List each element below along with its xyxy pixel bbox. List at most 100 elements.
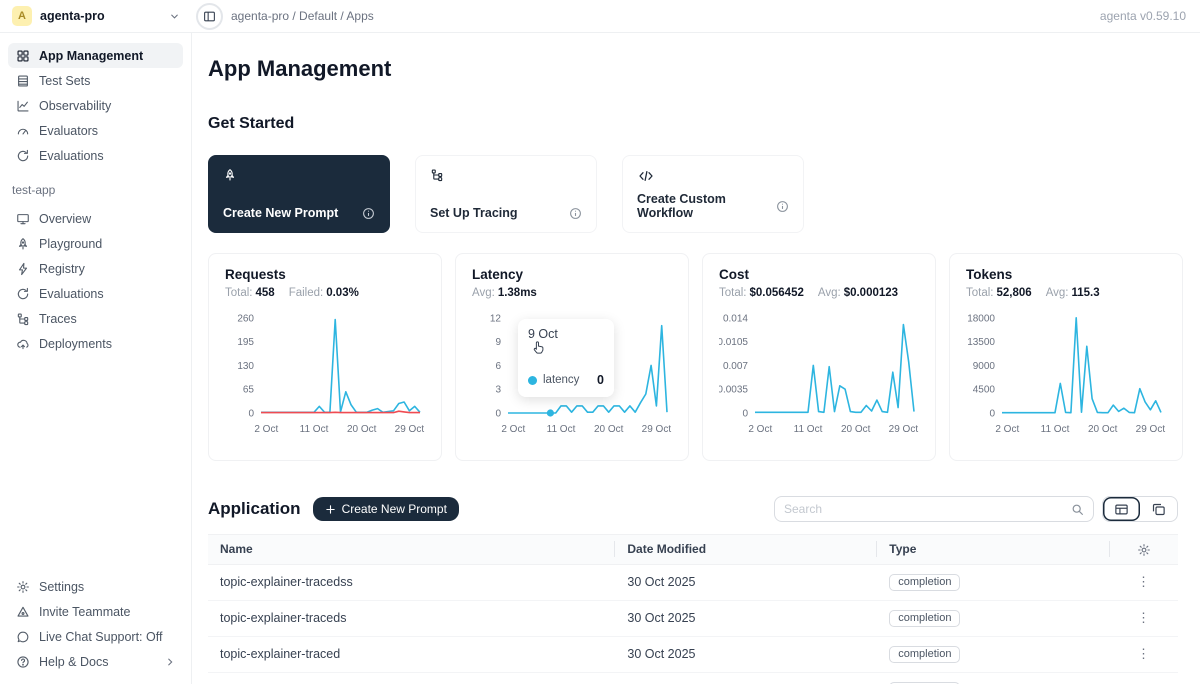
table-view-button[interactable] xyxy=(1103,497,1140,521)
rocket-icon xyxy=(16,237,30,251)
page-title: App Management xyxy=(208,56,1178,82)
chart-tooltip: 9 Octlatency0 xyxy=(518,319,614,397)
code-icon xyxy=(637,168,789,184)
chart-tokens: 18000135009000450002 Oct11 Oct20 Oct29 O… xyxy=(966,307,1166,444)
svg-text:2 Oct: 2 Oct xyxy=(995,424,1019,435)
sidebar-item-overview[interactable]: Overview xyxy=(8,206,183,231)
app-name-cell[interactable]: career-assessment xyxy=(208,672,615,684)
chevron-down-icon xyxy=(169,11,180,22)
cloud-icon xyxy=(16,337,30,351)
column-settings-button[interactable] xyxy=(1110,535,1178,565)
metrics-row: Requests Total:458 Failed:0.03% 26019513065… xyxy=(208,253,1178,461)
date-modified-cell: 30 Oct 2025 xyxy=(615,564,877,600)
svg-text:20 Oct: 20 Oct xyxy=(1088,424,1118,435)
metric-card-requests: Requests Total:458 Failed:0.03% 26019513065… xyxy=(208,253,442,461)
tooltip-series: latency xyxy=(543,374,579,386)
sidebar-item-label: Traces xyxy=(39,312,77,326)
table-tools xyxy=(774,496,1178,522)
breadcrumb[interactable]: agenta-pro / Default / Apps xyxy=(231,9,374,23)
metric-stat: Total:458 xyxy=(225,287,275,299)
workspace-selector[interactable]: A agenta-pro xyxy=(0,6,192,26)
plus-icon xyxy=(325,504,336,515)
app-name-cell[interactable]: topic-explainer-traced xyxy=(208,636,615,672)
sidebar-item-test-sets[interactable]: Test Sets xyxy=(8,68,183,93)
mouse-cursor-icon xyxy=(530,339,547,361)
sidebar-item-observability[interactable]: Observability xyxy=(8,93,183,118)
row-menu-button[interactable]: ⋮ xyxy=(1110,636,1178,672)
grid-icon xyxy=(16,49,30,63)
column-header-type: Type xyxy=(877,535,1110,565)
sidebar-item-label: Registry xyxy=(39,262,85,276)
table-row[interactable]: topic-explainer-traceds30 Oct 2025 comple… xyxy=(208,600,1178,636)
create-new-prompt-button[interactable]: Create New Prompt xyxy=(313,497,459,521)
row-menu-button[interactable]: ⋮ xyxy=(1110,564,1178,600)
svg-text:20 Oct: 20 Oct xyxy=(594,424,624,435)
sidebar-footer-nav: SettingsInvite TeammateLive Chat Support… xyxy=(8,574,183,674)
sidebar-item-app-management[interactable]: App Management xyxy=(8,43,183,68)
metric-title: Requests xyxy=(225,267,425,282)
info-icon[interactable] xyxy=(362,207,375,220)
app-name-cell[interactable]: topic-explainer-traceds xyxy=(208,600,615,636)
svg-text:0: 0 xyxy=(989,409,995,420)
metric-card-tokens: TokensTotal:52,806Avg:115.31800013500900… xyxy=(949,253,1183,461)
info-icon[interactable] xyxy=(569,207,582,220)
table-row[interactable]: topic-explainer-traced30 Oct 2025complet… xyxy=(208,636,1178,672)
sidebar-toggle-button[interactable] xyxy=(196,3,223,30)
sidebar-item-traces[interactable]: Traces xyxy=(8,306,183,331)
chart-requests: 2601951306502 Oct11 Oct20 Oct29 Oct xyxy=(225,307,425,444)
chart-icon xyxy=(16,99,30,113)
metric-stat: Avg:$0.000123 xyxy=(818,287,898,299)
sidebar-item-label: Evaluators xyxy=(39,124,98,138)
type-badge: completion xyxy=(889,610,960,627)
set-up-tracing-card[interactable]: Set Up Tracing xyxy=(415,155,597,233)
sidebar-item-playground[interactable]: Playground xyxy=(8,231,183,256)
row-menu-button[interactable]: ⋮ xyxy=(1110,672,1178,684)
table-row[interactable]: career-assessment27 Oct 2025completion⋮ xyxy=(208,672,1178,684)
sidebar-item-evaluators[interactable]: Evaluators xyxy=(8,118,183,143)
chart-latency: 1296302 Oct11 Oct20 Oct29 Oct9 Octlatenc… xyxy=(472,307,672,444)
date-modified-cell: 30 Oct 2025 xyxy=(615,600,877,636)
chart-svg-tokens: 18000135009000450002 Oct11 Oct20 Oct29 O… xyxy=(966,307,1166,439)
metric-title: Cost xyxy=(719,267,919,282)
get-started-title: Get Started xyxy=(208,115,1178,133)
type-cell: completion xyxy=(877,636,1110,672)
chart-cost: 0.0140.01050.0070.003502 Oct11 Oct20 Oct… xyxy=(719,307,919,444)
workspace-name: agenta-pro xyxy=(40,9,105,23)
create-new-prompt-card[interactable]: Create New Prompt xyxy=(208,155,390,233)
sync-icon xyxy=(16,149,30,163)
metric-stat: Failed:0.03% xyxy=(289,287,359,299)
sidebar-item-registry[interactable]: Registry xyxy=(8,256,183,281)
search-box xyxy=(774,496,1094,522)
sidebar-item-deployments[interactable]: Deployments xyxy=(8,331,183,356)
app-name-cell[interactable]: topic-explainer-tracedss xyxy=(208,564,615,600)
metric-title: Latency xyxy=(472,267,672,282)
table-row[interactable]: topic-explainer-tracedss30 Oct 2025compl… xyxy=(208,564,1178,600)
sidebar-item-live-chat-support-off[interactable]: Live Chat Support: Off xyxy=(8,624,183,649)
info-icon[interactable] xyxy=(776,200,789,213)
panel-left-icon xyxy=(203,10,216,23)
svg-text:4500: 4500 xyxy=(973,385,996,396)
metric-stat: Total:52,806 xyxy=(966,287,1032,299)
svg-text:29 Oct: 29 Oct xyxy=(1136,424,1166,435)
search-input[interactable] xyxy=(784,502,1071,516)
metric-card-cost: CostTotal:$0.056452Avg:$0.0001230.0140.0… xyxy=(702,253,936,461)
sidebar-item-help-docs[interactable]: Help & Docs xyxy=(8,649,183,674)
tree-icon xyxy=(430,168,582,182)
column-header-name: Name xyxy=(208,535,615,565)
svg-text:2 Oct: 2 Oct xyxy=(501,424,525,435)
svg-text:0.014: 0.014 xyxy=(723,313,748,324)
sidebar-item-settings[interactable]: Settings xyxy=(8,574,183,599)
svg-text:6: 6 xyxy=(495,361,501,372)
svg-text:2 Oct: 2 Oct xyxy=(254,424,278,435)
create-custom-workflow-card[interactable]: Create Custom Workflow xyxy=(622,155,804,233)
search-icon[interactable] xyxy=(1071,503,1084,516)
sidebar-item-label: Deployments xyxy=(39,337,112,351)
sidebar-item-evaluations[interactable]: Evaluations xyxy=(8,281,183,306)
type-badge: completion xyxy=(889,646,960,663)
row-menu-button[interactable]: ⋮ xyxy=(1110,600,1178,636)
sidebar-item-invite-teammate[interactable]: Invite Teammate xyxy=(8,599,183,624)
sidebar-main-nav: App ManagementTest SetsObservability Eval… xyxy=(8,43,183,168)
card-view-button[interactable] xyxy=(1140,497,1177,521)
svg-text:29 Oct: 29 Oct xyxy=(642,424,672,435)
sidebar-item-evaluations[interactable]: Evaluations xyxy=(8,143,183,168)
